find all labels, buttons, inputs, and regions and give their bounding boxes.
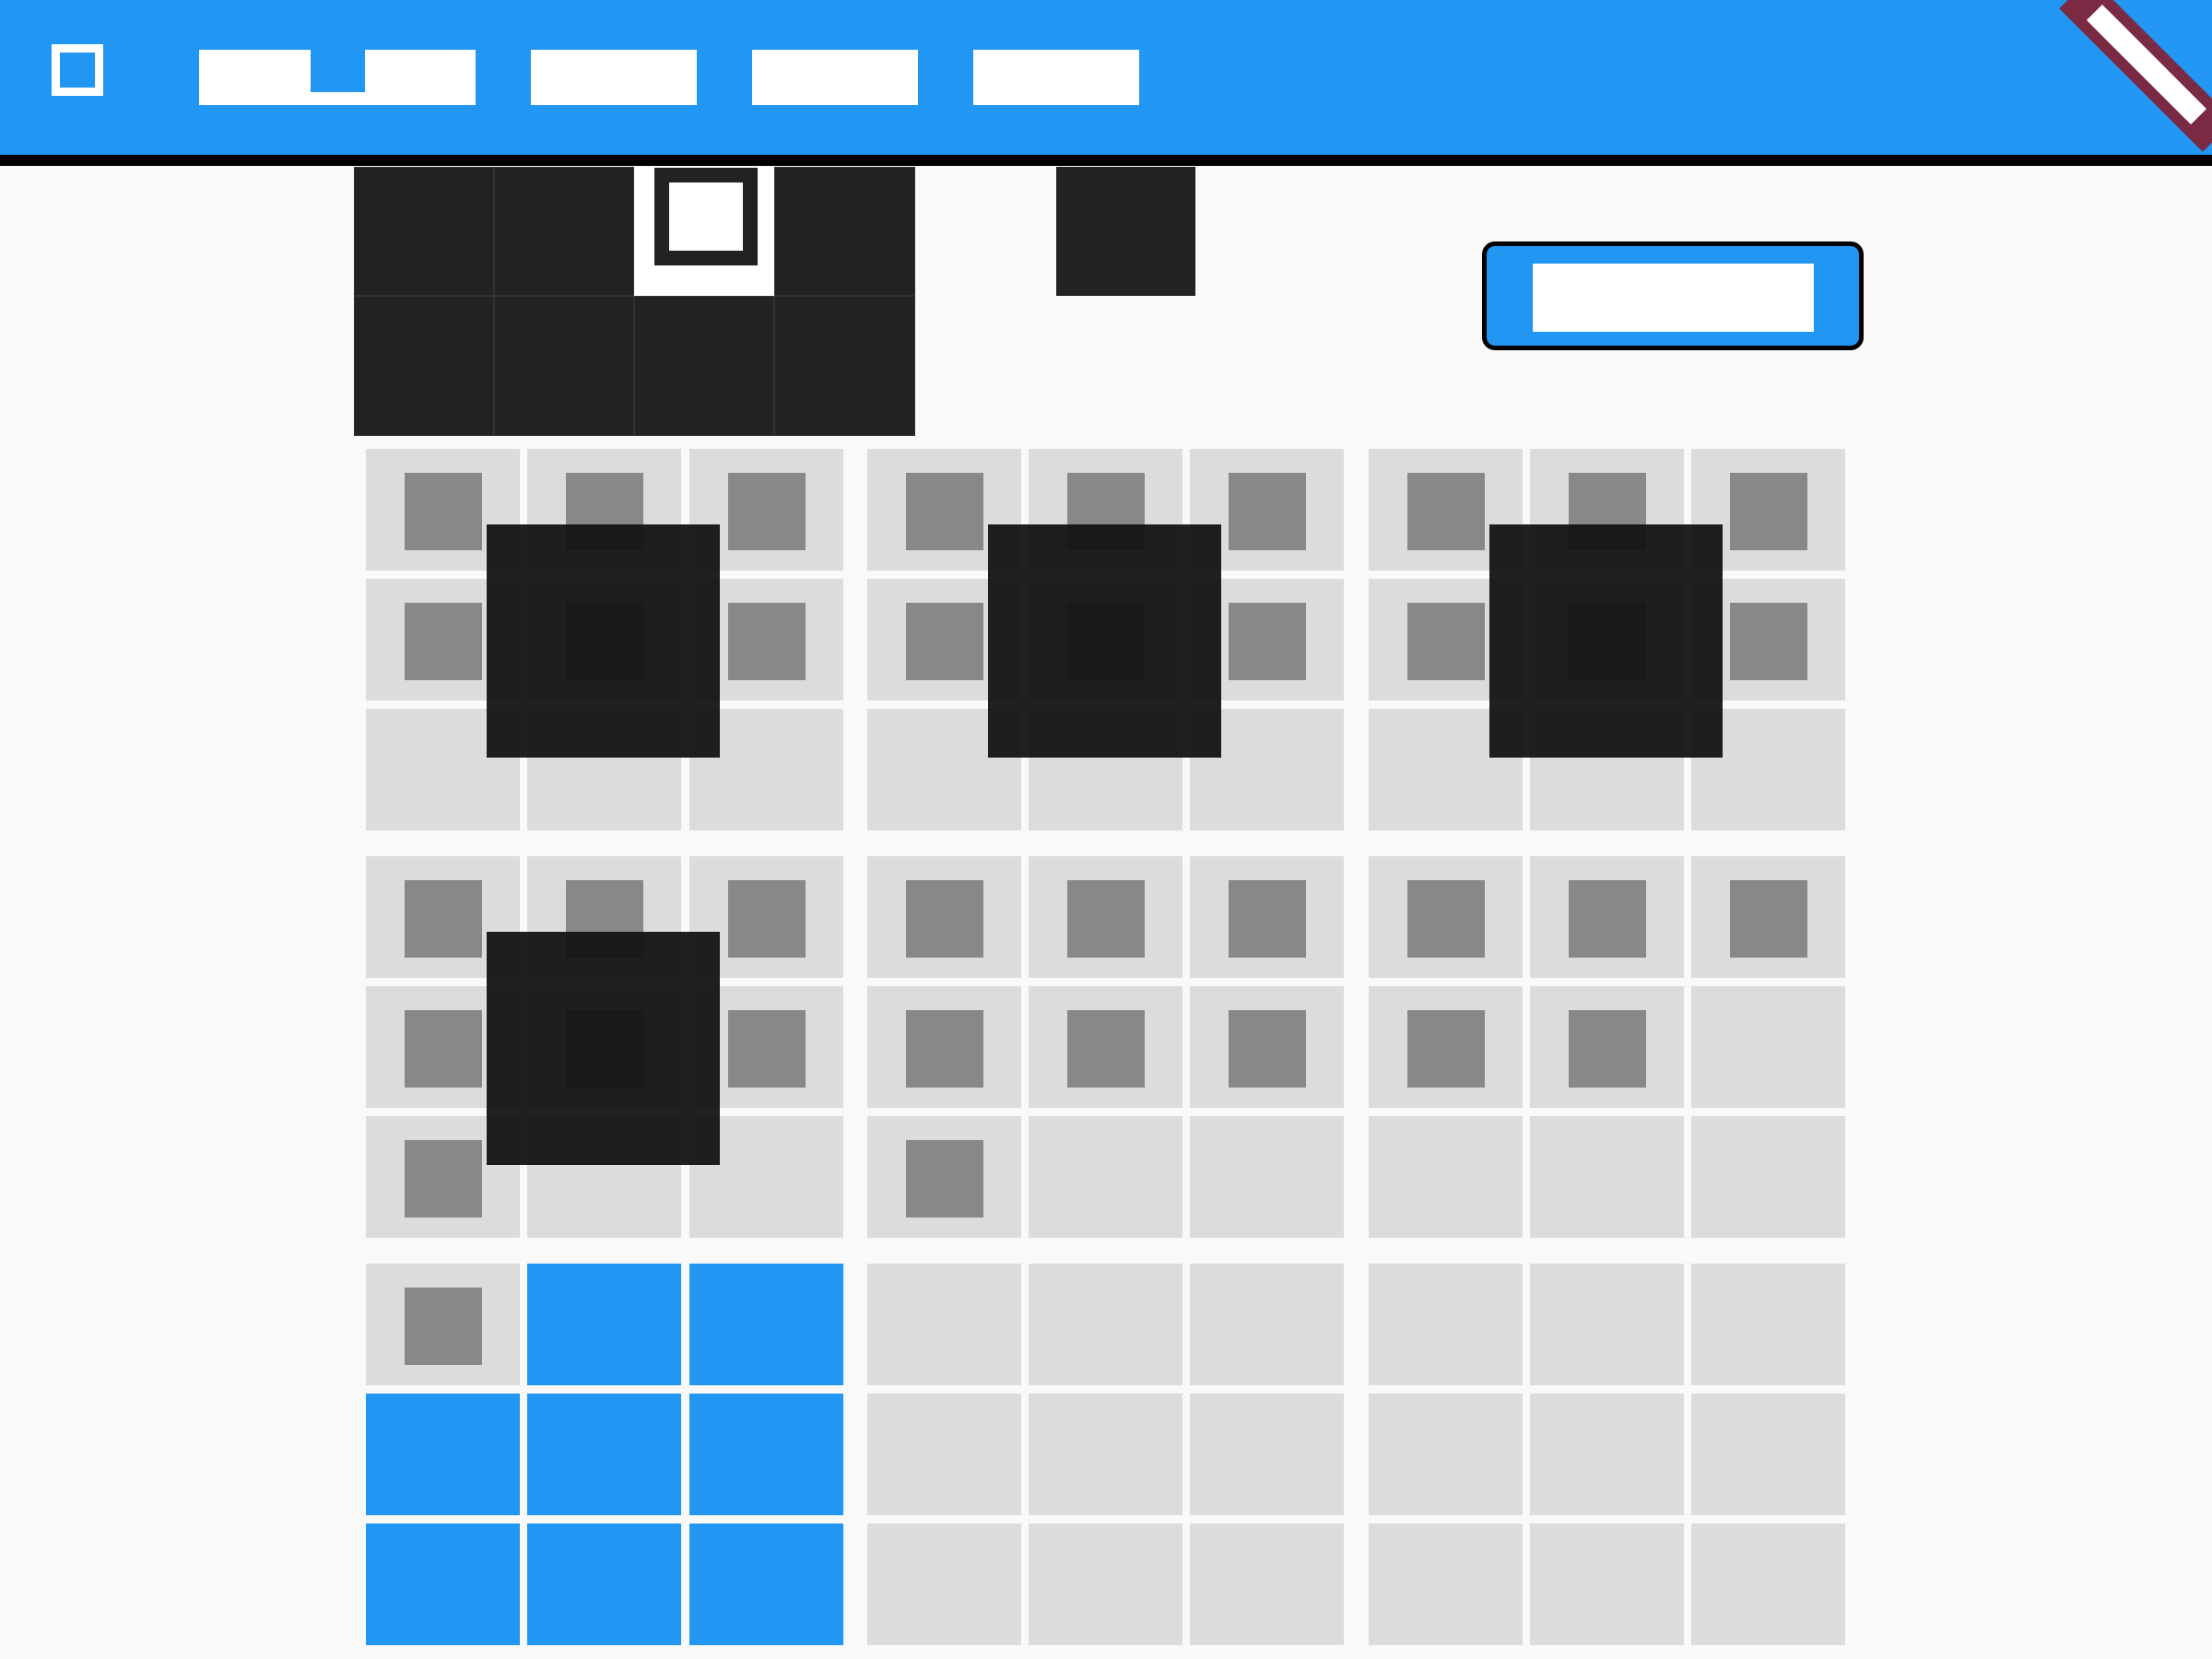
cell-marker	[1067, 880, 1145, 958]
tab-4[interactable]	[973, 50, 1139, 105]
board-cell[interactable]	[1029, 1264, 1182, 1385]
cell-marker	[1407, 1010, 1485, 1088]
single-piece[interactable]	[1056, 167, 1195, 296]
cell-marker	[906, 1010, 983, 1088]
board-cell[interactable]	[1530, 1116, 1684, 1238]
board-cell[interactable]	[1029, 986, 1182, 1108]
board-cell[interactable]	[1029, 1394, 1182, 1515]
cell-marker	[405, 1140, 482, 1218]
overlay-block	[988, 524, 1221, 758]
cell-marker	[405, 1010, 482, 1088]
cell-marker	[728, 603, 806, 680]
board-cell-highlight[interactable]	[689, 1264, 843, 1385]
board-cell[interactable]	[1190, 1264, 1344, 1385]
cell-marker	[405, 880, 482, 958]
board-cell-highlight[interactable]	[527, 1264, 681, 1385]
overlay-block	[487, 524, 720, 758]
board-cell[interactable]	[1530, 856, 1684, 978]
board-cell[interactable]	[1530, 1394, 1684, 1515]
board-cell-highlight[interactable]	[689, 1394, 843, 1515]
cell-marker	[728, 473, 806, 550]
board-cell[interactable]	[867, 1524, 1021, 1645]
cell-marker	[1229, 473, 1306, 550]
app-bar	[0, 0, 2212, 166]
board-cell[interactable]	[1369, 1116, 1523, 1238]
overlay-block	[1489, 524, 1723, 758]
cell-marker	[1407, 603, 1485, 680]
piece-block[interactable]	[494, 167, 634, 296]
board-cell[interactable]	[1530, 1524, 1684, 1645]
board-cell[interactable]	[867, 1394, 1021, 1515]
cell-marker	[906, 880, 983, 958]
board-cell[interactable]	[1369, 1264, 1523, 1385]
board-cell-highlight[interactable]	[527, 1524, 681, 1645]
board-cell-highlight[interactable]	[366, 1524, 520, 1645]
board-cell[interactable]	[867, 986, 1021, 1108]
board-cell[interactable]	[1369, 1394, 1523, 1515]
piece-block[interactable]	[774, 296, 915, 436]
board-cell-highlight[interactable]	[527, 1394, 681, 1515]
tab-2[interactable]	[531, 50, 697, 105]
board-cell[interactable]	[1369, 856, 1523, 978]
board-cell[interactable]	[1029, 1524, 1182, 1645]
action-button-label	[1533, 264, 1814, 332]
board-cell[interactable]	[1029, 1116, 1182, 1238]
board-cell[interactable]	[1691, 986, 1845, 1108]
cell-marker	[405, 1288, 482, 1365]
board-cell[interactable]	[1029, 856, 1182, 978]
board-cell[interactable]	[1190, 856, 1344, 978]
cell-marker	[1730, 880, 1807, 958]
cell-marker	[728, 880, 806, 958]
board-cell[interactable]	[1190, 986, 1344, 1108]
cell-marker	[728, 1010, 806, 1088]
tab-1-notch	[311, 50, 365, 92]
cell-marker	[1407, 880, 1485, 958]
cell-marker	[405, 603, 482, 680]
cell-marker	[1229, 1010, 1306, 1088]
board-cell[interactable]	[867, 1264, 1021, 1385]
cell-marker	[906, 603, 983, 680]
board-cell[interactable]	[1530, 986, 1684, 1108]
menu-square-icon[interactable]	[52, 44, 103, 96]
board-cell[interactable]	[1691, 1524, 1845, 1645]
piece-block[interactable]	[494, 296, 634, 436]
board-cell[interactable]	[1369, 986, 1523, 1108]
overlay-block	[487, 932, 720, 1165]
board-cell[interactable]	[1691, 856, 1845, 978]
piece-block[interactable]	[354, 296, 494, 436]
action-button[interactable]	[1482, 241, 1864, 350]
cell-marker	[1569, 880, 1646, 958]
board-cell[interactable]	[867, 1116, 1021, 1238]
piece-frame-icon	[654, 168, 758, 265]
cell-marker	[1407, 473, 1485, 550]
board-cell[interactable]	[1691, 1394, 1845, 1515]
board-cell[interactable]	[1190, 1116, 1344, 1238]
piece-block[interactable]	[774, 167, 915, 296]
board-cell[interactable]	[867, 856, 1021, 978]
cell-marker	[1067, 1010, 1145, 1088]
cell-marker	[906, 1140, 983, 1218]
cell-marker	[1730, 473, 1807, 550]
board-cell[interactable]	[1190, 1394, 1344, 1515]
board-cell-highlight[interactable]	[689, 1524, 843, 1645]
board-cell[interactable]	[1369, 1524, 1523, 1645]
cell-marker	[1569, 1010, 1646, 1088]
cell-marker	[405, 473, 482, 550]
board-cell[interactable]	[1691, 1116, 1845, 1238]
cell-marker	[1229, 603, 1306, 680]
board-cell-highlight[interactable]	[366, 1394, 520, 1515]
board-cell[interactable]	[1530, 1264, 1684, 1385]
board-cell[interactable]	[366, 1264, 520, 1385]
piece-block[interactable]	[634, 296, 774, 436]
tab-3[interactable]	[752, 50, 918, 105]
cell-marker	[906, 473, 983, 550]
piece-block[interactable]	[354, 167, 494, 296]
board-cell[interactable]	[1190, 1524, 1344, 1645]
ribbon-badge-icon	[2059, 0, 2212, 152]
board-cell[interactable]	[1691, 1264, 1845, 1385]
cell-marker	[1229, 880, 1306, 958]
cell-marker	[1730, 603, 1807, 680]
